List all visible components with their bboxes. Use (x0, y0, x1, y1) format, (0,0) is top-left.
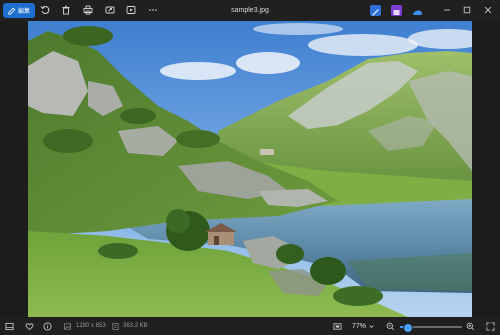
filmstrip-icon[interactable] (4, 321, 15, 332)
edit-icon (8, 7, 16, 15)
designer-app-icon[interactable] (370, 5, 381, 16)
image-dimensions: 1280 x 853 (76, 323, 106, 329)
maximize-button[interactable] (460, 4, 474, 16)
zoom-level[interactable]: 77% (352, 318, 366, 335)
delete-icon[interactable] (60, 4, 72, 16)
image-dimensions-icon (62, 321, 73, 332)
rotate-icon[interactable] (39, 4, 51, 16)
landscape-photo (28, 21, 472, 317)
fit-to-window-icon[interactable] (332, 321, 343, 332)
edit-button[interactable]: 編集 (3, 3, 35, 18)
zoom-slider[interactable] (400, 323, 462, 333)
close-button[interactable] (481, 4, 495, 16)
file-size-icon (110, 321, 121, 332)
info-icon[interactable] (42, 321, 53, 332)
minimize-icon (444, 9, 450, 11)
zoom-dropdown-icon[interactable] (366, 321, 377, 332)
favorite-icon[interactable] (24, 321, 35, 332)
more-options-icon[interactable] (147, 4, 159, 16)
slideshow-icon[interactable] (125, 4, 137, 16)
full-screen-icon[interactable] (485, 321, 496, 332)
maximize-icon (463, 6, 471, 14)
window-title: sample3.jpg (231, 7, 269, 14)
share-icon[interactable] (104, 4, 116, 16)
print-icon[interactable] (82, 4, 94, 16)
close-icon (484, 6, 492, 14)
image-viewer (0, 21, 500, 318)
clipchamp-app-icon[interactable] (391, 5, 402, 16)
file-size: 363.2 KB (123, 323, 148, 329)
zoom-out-icon[interactable] (385, 321, 396, 332)
minimize-button[interactable] (440, 4, 454, 16)
zoom-in-icon[interactable] (465, 321, 476, 332)
zoom-slider-thumb[interactable] (403, 323, 414, 333)
status-bar: 1280 x 853 363.2 KB 77% (0, 318, 500, 335)
title-bar: 編集 sample3.jpg (0, 0, 500, 21)
onedrive-icon[interactable] (412, 5, 423, 16)
edit-button-label: 編集 (17, 9, 30, 15)
